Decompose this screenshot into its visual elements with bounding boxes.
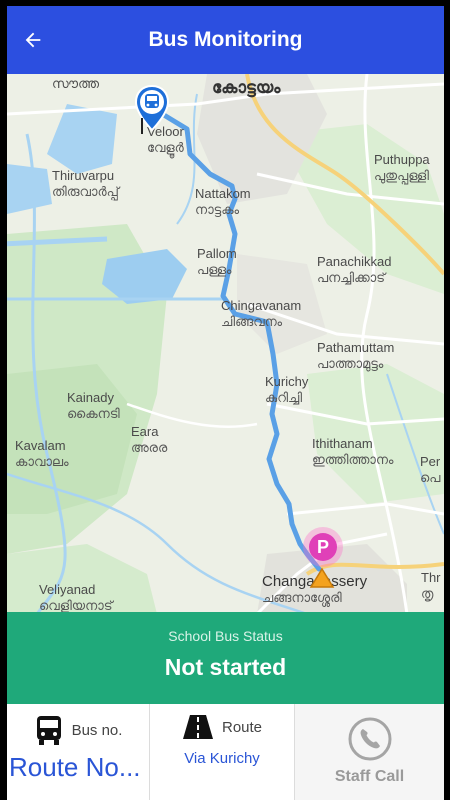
bus-number-header: Bus no. bbox=[7, 714, 149, 746]
map-label-pathamuttam: Pathamuttam പാത്താമുട്ടം bbox=[317, 340, 395, 371]
map-label-chingavanam: Chingavanam ചിങ്ങവനം bbox=[221, 298, 302, 329]
parking-marker[interactable]: P bbox=[303, 527, 343, 567]
map-label-eara: Eara അരര bbox=[131, 424, 168, 455]
back-button[interactable] bbox=[7, 6, 59, 74]
page-title: Bus Monitoring bbox=[148, 28, 303, 51]
status-caption: School Bus Status bbox=[168, 628, 283, 644]
map-label-puthuppally: Puthuppa പുതുപ്പള്ളി bbox=[374, 152, 430, 183]
app-bar: Bus Monitoring bbox=[7, 6, 444, 74]
bottom-info-bar: Bus no. Route No... Route Via Kurichy St… bbox=[7, 704, 444, 800]
route-card[interactable]: Route Via Kurichy bbox=[150, 704, 295, 800]
map-label-pallom: Pallom പള്ളം bbox=[197, 246, 237, 277]
map-view[interactable]: സൗത്ത കോട്ടയം Veloor വേളൂർ Thiruvarpu തിരു… bbox=[7, 74, 444, 614]
staff-call-label: Staff Call bbox=[334, 768, 405, 785]
bus-number-label: Bus no. bbox=[71, 721, 123, 739]
map-label-per: Per പെ bbox=[420, 454, 441, 485]
route-value: Via Kurichy bbox=[184, 750, 260, 767]
bus-number-card[interactable]: Bus no. Route No... bbox=[7, 704, 150, 800]
call-icon-wrap bbox=[295, 716, 444, 762]
pin-stick bbox=[141, 118, 143, 134]
map-label-thr: Thr തൃ bbox=[421, 570, 441, 601]
parking-icon: P bbox=[309, 533, 337, 561]
bus-icon bbox=[36, 716, 61, 745]
staff-call-button[interactable]: Staff Call bbox=[295, 704, 444, 800]
route-header: Route bbox=[150, 714, 294, 740]
status-value: Not started bbox=[164, 654, 287, 680]
map-label-kavalam: Kavalam കാവാലം bbox=[15, 438, 69, 469]
bus-pin-icon[interactable] bbox=[133, 84, 171, 134]
map-label-ithithanam: Ithithanam ഇത്തിത്താനം bbox=[312, 436, 394, 467]
bus-status-panel: School Bus Status Not started bbox=[7, 612, 444, 704]
phone-icon bbox=[348, 717, 391, 761]
map-label-nattakom: Nattakom നാട്ടകം bbox=[195, 186, 251, 217]
map-label-panachikkad: Panachikkad പനച്ചിക്കാട് bbox=[317, 254, 392, 285]
map-label-kainady: Kainady കൈനടി bbox=[67, 390, 120, 421]
map-label-kurichy: Kurichy കുറിച്ചി bbox=[265, 374, 309, 405]
home-marker-icon[interactable] bbox=[309, 567, 335, 591]
arrow-left-icon bbox=[25, 32, 41, 48]
map-label-south: സൗത്ത bbox=[52, 76, 99, 91]
app-screen: Bus Monitoring സൗത്ത കോട്ടയം Veloor വേളൂ… bbox=[7, 6, 444, 800]
map-label-thiruvarpu: Thiruvarpu തിരുവാർപ്പ് bbox=[52, 168, 119, 199]
route-label: Route bbox=[221, 718, 263, 736]
map-label-kottayam: കോട്ടയം bbox=[212, 78, 281, 97]
map-label-veliyanad: Veliyanad വെളിയനാട് bbox=[39, 582, 113, 613]
road-icon bbox=[182, 715, 213, 739]
bus-number-value: Route No... bbox=[9, 752, 141, 782]
